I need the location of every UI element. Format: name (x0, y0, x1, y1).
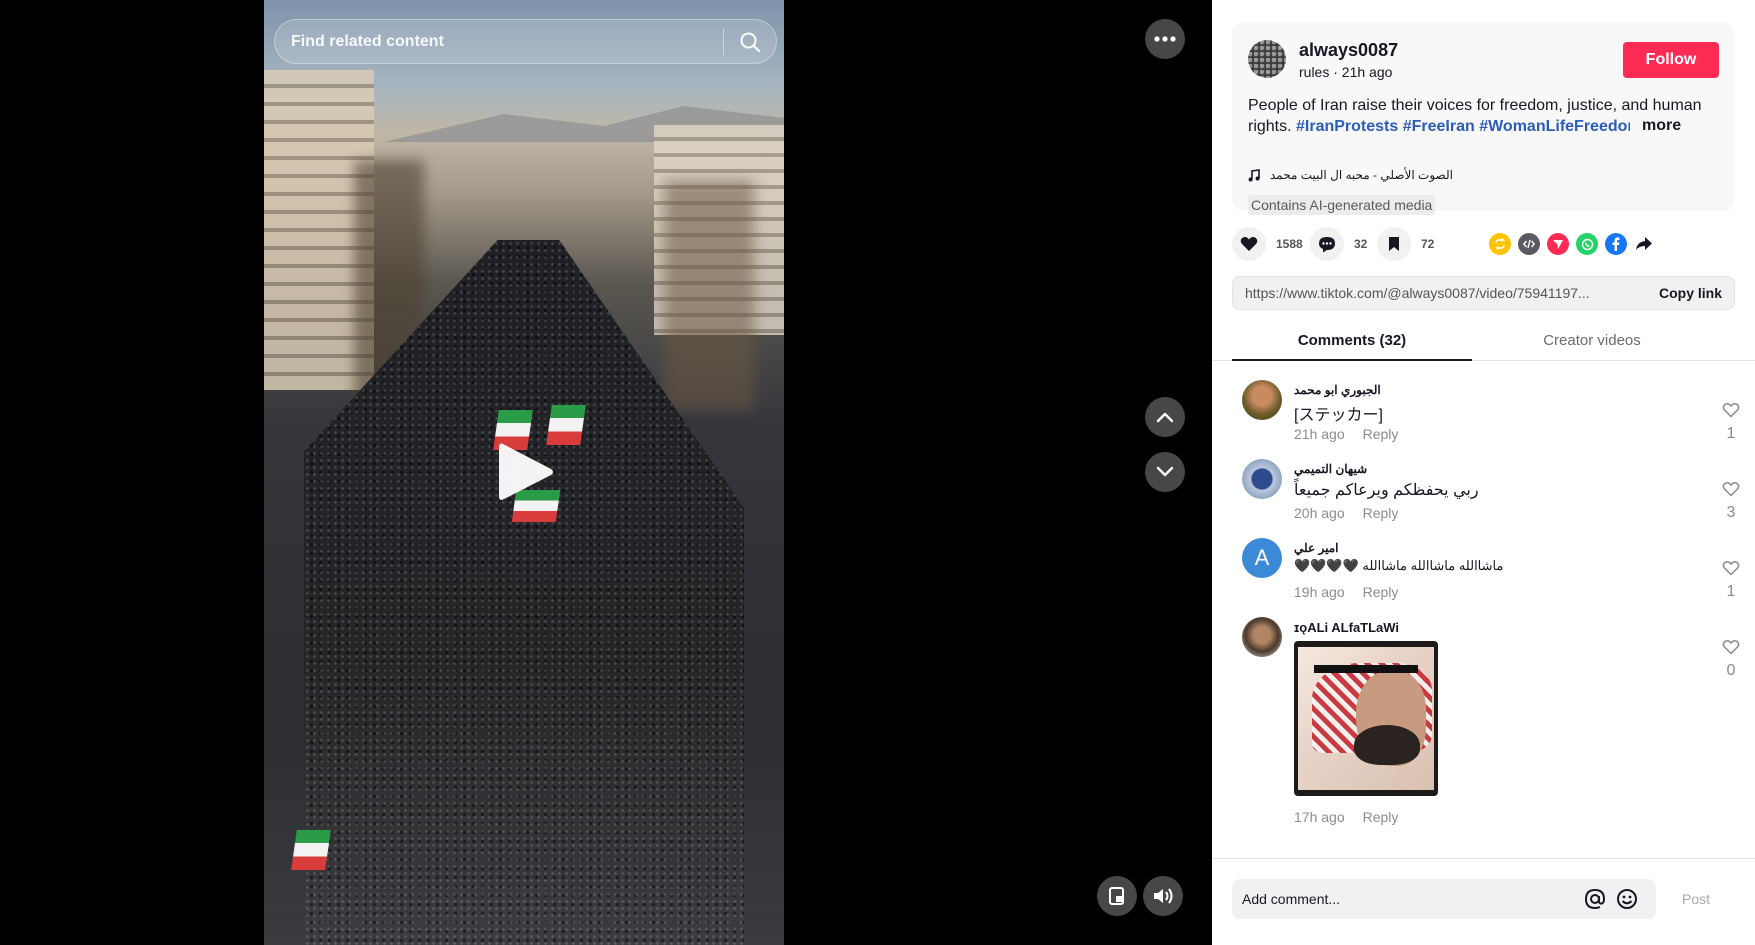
comment-username[interactable]: ɪǫALi ALfaTLaWi (1294, 620, 1399, 635)
reply-button[interactable]: Reply (1363, 584, 1399, 600)
embed-icon[interactable] (1518, 233, 1540, 255)
tab-comments[interactable]: Comments (32) (1232, 332, 1472, 349)
save-button[interactable]: 72 (1377, 227, 1434, 261)
send-icon[interactable] (1547, 233, 1569, 255)
repost-icon[interactable] (1489, 233, 1511, 255)
ai-generated-label: Contains AI-generated media (1248, 195, 1436, 215)
like-count: 1588 (1276, 237, 1303, 251)
save-count: 72 (1421, 237, 1435, 251)
emoji-icon[interactable] (1616, 888, 1638, 910)
search-placeholder[interactable]: Find related content (275, 33, 723, 51)
follow-button[interactable]: Follow (1623, 42, 1719, 78)
comment-like-count: 1 (1726, 425, 1736, 442)
comment-time: 21h ago (1294, 426, 1345, 442)
music-note-icon (1248, 168, 1260, 181)
reply-button[interactable]: Reply (1363, 505, 1399, 521)
avatar[interactable] (1242, 617, 1282, 657)
whatsapp-icon[interactable] (1576, 233, 1598, 255)
panel-tabs: Comments (32) Creator videos (1212, 327, 1755, 361)
mention-icon[interactable] (1584, 888, 1606, 910)
reply-button[interactable]: Reply (1363, 809, 1399, 825)
more-button[interactable]: more (1630, 117, 1682, 135)
author-name[interactable]: always0087 (1299, 40, 1398, 61)
comment-meta: 19h ago Reply (1294, 584, 1398, 600)
flag (291, 830, 331, 870)
comment-username[interactable]: امير علي (1294, 541, 1338, 555)
comment-text: 🖤🖤🖤🖤 ماشاالله ماشاالله ماشاالله (1294, 558, 1504, 573)
chevron-up-icon (1156, 412, 1174, 423)
avatar[interactable] (1242, 380, 1282, 420)
heart-outline-icon (1722, 640, 1740, 655)
video-info-card: always0087 rules · 21h ago Follow People… (1232, 22, 1735, 215)
flag (546, 405, 586, 445)
like-button[interactable]: 1588 (1232, 227, 1303, 261)
comment-meta: 21h ago Reply (1294, 426, 1398, 442)
comment-item: ɪǫALi ALfaTLaWi 17h ago Reply 0 (1242, 617, 1742, 857)
author-meta: rules · 21h ago (1299, 64, 1393, 80)
comment-icon (1310, 227, 1344, 261)
comment-button[interactable]: 32 (1310, 227, 1367, 261)
comment-item: A امير علي 🖤🖤🖤🖤 ماشاالله ماشاالله ماشاال… (1242, 538, 1742, 608)
music-info[interactable]: الصوت الأصلي - محبه ال البيت محمد (1248, 168, 1453, 182)
heart-icon (1232, 227, 1266, 261)
action-bar: 1588 32 72 (1232, 227, 1735, 261)
next-video-button[interactable] (1145, 452, 1185, 492)
comment-username[interactable]: الجبوري ابو محمد (1294, 383, 1381, 397)
comment-time: 19h ago (1294, 584, 1345, 600)
comment-text: [ステッカー] (1294, 407, 1383, 424)
comment-count: 32 (1354, 237, 1368, 251)
avatar[interactable] (1248, 40, 1286, 78)
chevron-down-icon (1156, 466, 1174, 477)
video-link[interactable]: https://www.tiktok.com/@always0087/video… (1245, 285, 1590, 301)
post-button[interactable]: Post (1682, 891, 1710, 907)
tab-creator-videos[interactable]: Creator videos (1472, 332, 1712, 349)
music-title: الصوت الأصلي - محبه ال البيت محمد (1270, 168, 1453, 182)
comment-like-button[interactable]: 0 (1720, 639, 1742, 680)
comment-like-button[interactable]: 3 (1720, 481, 1742, 522)
heart-outline-icon (1722, 482, 1740, 497)
floating-player-icon[interactable] (1097, 876, 1137, 916)
comment-like-button[interactable]: 1 (1720, 560, 1742, 601)
play-icon[interactable] (497, 440, 555, 504)
volume-icon[interactable] (1143, 876, 1183, 916)
comment-meta: 20h ago Reply (1294, 505, 1398, 521)
comment-time: 17h ago (1294, 809, 1345, 825)
details-panel: always0087 rules · 21h ago Follow People… (1212, 0, 1755, 945)
comment-placeholder[interactable]: Add comment... (1242, 891, 1340, 907)
comment-item: الجبوري ابو محمد [ステッカー] 21h ago Reply 1 (1242, 380, 1742, 450)
reply-button[interactable]: Reply (1363, 426, 1399, 442)
hashtags[interactable]: #IranProtests #FreeIran #WomanLifeFreedo… (1296, 118, 1655, 135)
comment-like-count: 3 (1726, 504, 1736, 521)
comment-composer: Add comment... Post (1212, 858, 1755, 945)
trees-right (664, 180, 754, 410)
search-icon[interactable] (724, 19, 776, 64)
comment-meta: 17h ago Reply (1294, 809, 1398, 825)
comment-time: 20h ago (1294, 505, 1345, 521)
previous-video-button[interactable] (1145, 397, 1185, 437)
comment-like-count: 1 (1726, 583, 1736, 600)
avatar[interactable]: A (1242, 538, 1282, 578)
comment-like-button[interactable]: 1 (1720, 402, 1742, 443)
facebook-icon[interactable] (1605, 233, 1627, 255)
comment-list: الجبوري ابو محمد [ステッカー] 21h ago Reply 1 … (1212, 362, 1755, 858)
tab-underline (1232, 359, 1472, 361)
comment-item: شيهان التميمي ربي يحفظكم ويرعاكم جميعاً … (1242, 459, 1742, 529)
comment-text: ربي يحفظكم ويرعاكم جميعاً (1294, 482, 1479, 499)
link-row: https://www.tiktok.com/@always0087/video… (1232, 276, 1735, 310)
comment-sticker-image[interactable] (1294, 641, 1438, 796)
copy-link-button[interactable]: Copy link (1659, 285, 1722, 301)
more-options-icon[interactable] (1145, 19, 1185, 59)
search-bar[interactable]: Find related content (274, 19, 777, 64)
comment-username[interactable]: شيهان التميمي (1294, 462, 1367, 476)
comment-input[interactable]: Add comment... (1232, 879, 1656, 919)
heart-outline-icon (1722, 561, 1740, 576)
heart-outline-icon (1722, 403, 1740, 418)
bookmark-icon (1377, 227, 1411, 261)
comment-like-count: 0 (1726, 662, 1736, 679)
share-arrow-icon[interactable] (1633, 233, 1655, 255)
video-player-area: Find related content (0, 0, 1212, 945)
avatar[interactable] (1242, 459, 1282, 499)
